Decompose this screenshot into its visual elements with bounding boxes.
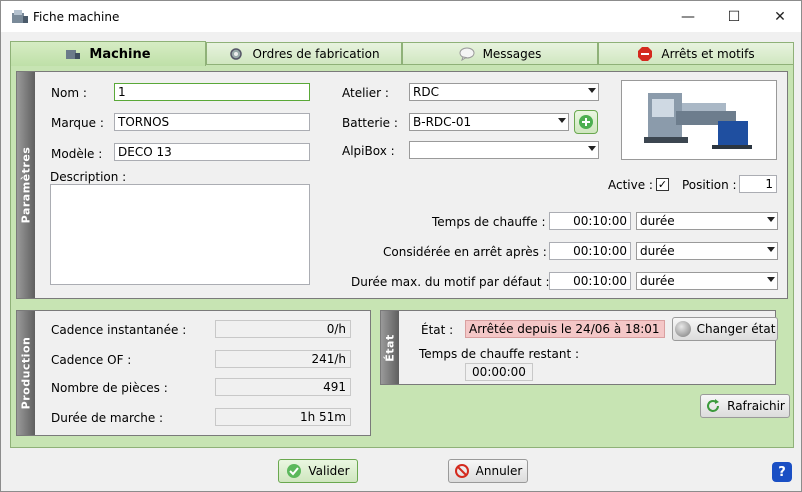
chevron-down-icon: [767, 277, 775, 282]
etat-value: Arrêtée depuis le 24/06 à 18:01: [465, 320, 665, 338]
chauffe-restant-label: Temps de chauffe restant :: [419, 347, 580, 361]
tab-label: Machine: [89, 46, 151, 62]
temps-chauffe-unit-select[interactable]: durée: [636, 212, 778, 230]
chevron-down-icon: [558, 118, 566, 123]
tab-arrets-motifs[interactable]: Arrêts et motifs: [598, 42, 794, 65]
add-icon: [579, 115, 593, 129]
tab-panel-machine: Paramètres Nom : 1 Marque : TORNOS Modèl…: [10, 64, 794, 448]
maximize-button[interactable]: ☐: [711, 1, 757, 33]
title-bar: Fiche machine — ☐ ✕: [0, 0, 802, 32]
duree-marche-value: 1h 51m: [215, 408, 351, 426]
production-group: Production Cadence instantanée : 0/h Cad…: [16, 310, 371, 436]
cancel-icon: [454, 464, 469, 478]
minimize-button[interactable]: —: [665, 1, 711, 33]
marque-input[interactable]: TORNOS: [114, 113, 310, 131]
duree-marche-label: Durée de marche :: [51, 411, 164, 425]
state-icon: [674, 321, 691, 337]
production-band: Production: [17, 311, 35, 435]
refresh-icon: [707, 399, 720, 412]
check-icon: [287, 464, 302, 478]
description-textarea[interactable]: [50, 184, 310, 285]
chevron-down-icon: [588, 88, 596, 93]
message-icon: [459, 47, 475, 61]
modele-input[interactable]: DECO 13: [114, 143, 310, 161]
chevron-down-icon: [767, 247, 775, 252]
nom-input[interactable]: 1: [114, 83, 310, 101]
etat-label: État :: [421, 323, 454, 337]
annuler-label: Annuler: [475, 464, 523, 478]
alpibox-label: AlpiBox :: [342, 144, 395, 158]
tab-bar: Machine Ordres de fabrication Messages A…: [10, 41, 794, 66]
add-batterie-button[interactable]: [574, 110, 598, 134]
cadence-instantanee-value: 0/h: [215, 320, 351, 338]
position-label: Position :: [682, 178, 737, 192]
chevron-down-icon: [588, 146, 596, 151]
valider-label: Valider: [308, 464, 350, 478]
close-button[interactable]: ✕: [757, 1, 802, 33]
rafraichir-button[interactable]: Rafraichir: [700, 394, 790, 418]
temps-chauffe-input[interactable]: 00:10:00: [549, 212, 631, 230]
arret-apres-input[interactable]: 00:10:00: [549, 242, 631, 260]
parametres-band: Paramètres: [17, 72, 35, 298]
nom-label: Nom :: [51, 86, 87, 100]
chevron-down-icon: [767, 217, 775, 222]
nombre-pieces-value: 491: [215, 378, 351, 396]
annuler-button[interactable]: Annuler: [448, 459, 528, 483]
tab-label: Ordres de fabrication: [252, 47, 380, 61]
window-title: Fiche machine: [33, 10, 120, 24]
machine-app-icon: [12, 10, 28, 23]
tab-label: Messages: [482, 47, 542, 61]
atelier-label: Atelier :: [342, 86, 389, 100]
tab-machine[interactable]: Machine: [10, 41, 206, 66]
batterie-label: Batterie :: [342, 116, 398, 130]
stop-icon: [638, 47, 653, 61]
modele-label: Modèle :: [51, 147, 103, 161]
cadence-of-label: Cadence OF :: [51, 353, 132, 367]
duree-motif-label: Durée max. du motif par défaut :: [351, 275, 550, 289]
etat-group: État État : Arrêtée depuis le 24/06 à 18…: [380, 310, 778, 385]
rafraichir-label: Rafraichir: [727, 399, 785, 413]
position-input[interactable]: 1: [739, 175, 777, 193]
changer-etat-label: Changer état: [696, 322, 776, 336]
nombre-pieces-label: Nombre de pièces :: [51, 381, 168, 395]
machine-image: [621, 80, 777, 160]
help-button[interactable]: ?: [772, 462, 792, 482]
tab-label: Arrêts et motifs: [661, 47, 755, 61]
machine-photo-icon: [644, 93, 752, 149]
machine-icon: [66, 50, 81, 59]
tab-ordres-fabrication[interactable]: Ordres de fabrication: [206, 42, 402, 65]
cadence-instantanee-label: Cadence instantanée :: [51, 323, 187, 337]
description-label: Description :: [50, 170, 127, 184]
batterie-select[interactable]: B-RDC-01: [409, 113, 569, 131]
parametres-group: Paramètres Nom : 1 Marque : TORNOS Modèl…: [16, 71, 788, 299]
tab-messages[interactable]: Messages: [402, 42, 598, 65]
temps-chauffe-label: Temps de chauffe :: [432, 215, 546, 229]
cadence-of-value: 241/h: [215, 350, 351, 368]
chauffe-restant-value: 00:00:00: [465, 363, 533, 381]
duree-motif-unit-select[interactable]: durée: [636, 272, 778, 290]
valider-button[interactable]: Valider: [278, 459, 358, 483]
arret-apres-label: Considérée en arrêt après :: [383, 245, 547, 259]
changer-etat-button[interactable]: Changer état: [672, 317, 778, 341]
active-checkbox[interactable]: ✓: [656, 178, 669, 191]
marque-label: Marque :: [51, 116, 104, 130]
active-label: Active :: [608, 178, 653, 192]
fabrication-icon: [230, 48, 243, 60]
alpibox-select[interactable]: [409, 141, 599, 159]
arret-apres-unit-select[interactable]: durée: [636, 242, 778, 260]
duree-motif-input[interactable]: 00:10:00: [549, 272, 631, 290]
atelier-select[interactable]: RDC: [409, 83, 599, 101]
etat-band: État: [381, 311, 399, 384]
